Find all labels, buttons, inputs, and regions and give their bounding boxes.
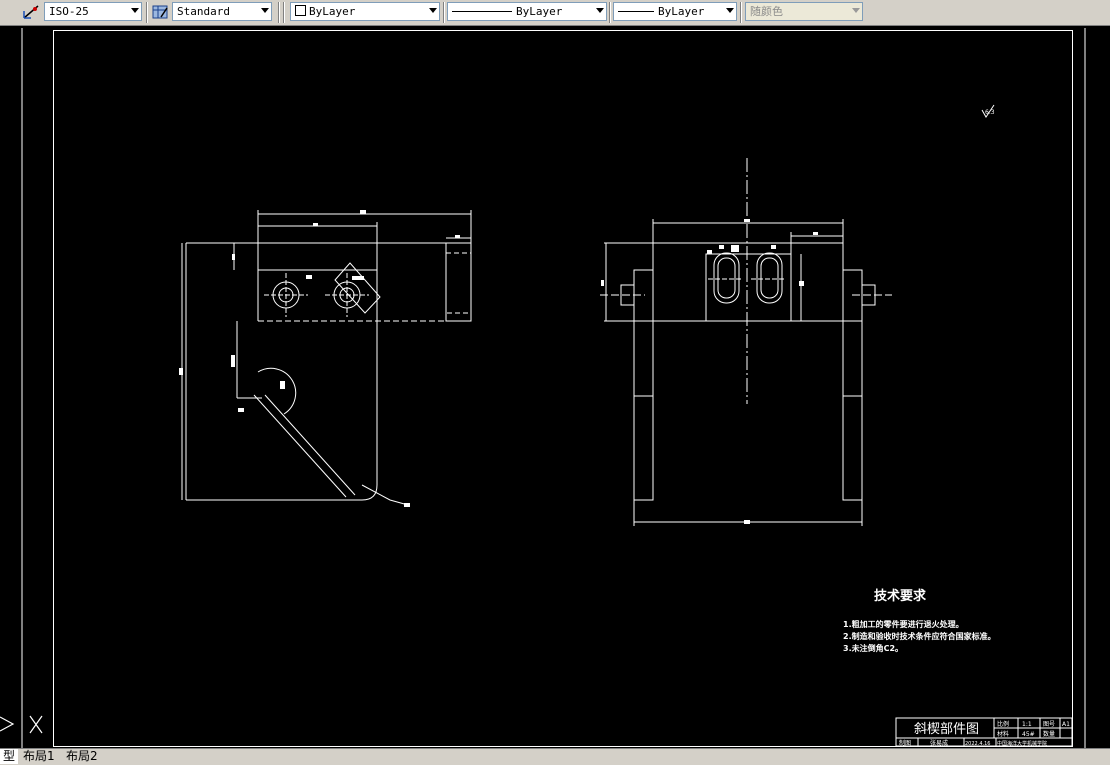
tb-date: 2022.4.16 bbox=[965, 741, 990, 747]
linetype-select[interactable]: ByLayer bbox=[447, 2, 607, 21]
toolbar-separator bbox=[609, 2, 611, 23]
dimension-text-marks bbox=[179, 210, 818, 524]
dimension-style-icon[interactable] bbox=[22, 3, 40, 21]
chevron-down-icon bbox=[596, 8, 604, 13]
svg-text:6.3: 6.3 bbox=[985, 109, 995, 116]
tech-req-line-3: 3.未注倒角C2。 bbox=[843, 643, 903, 653]
color-value: ByLayer bbox=[309, 5, 356, 18]
right-view bbox=[600, 158, 892, 526]
toolbar-separator bbox=[443, 2, 445, 23]
tab-layout1[interactable]: 布局1 bbox=[20, 749, 58, 764]
tb-no-label: 图号 bbox=[1043, 721, 1055, 728]
drawing-area[interactable]: 6.3 技术要求 1.粗加工的零件要进行退火处理。 2.制造和验收时技术条件应符… bbox=[0, 26, 1110, 748]
toolbar-separator bbox=[278, 2, 280, 23]
tech-req-line-1: 1.粗加工的零件要进行退火处理。 bbox=[843, 619, 964, 629]
tab-layout2[interactable]: 布局2 bbox=[63, 749, 101, 764]
dimension-style-value: ISO-25 bbox=[49, 5, 89, 18]
tb-scale-label: 比例 bbox=[997, 720, 1009, 728]
chevron-down-icon bbox=[261, 8, 269, 13]
tb-drawer-name: 张易成 bbox=[930, 739, 948, 747]
lineweight-select[interactable]: ByLayer bbox=[613, 2, 737, 21]
color-swatch-icon bbox=[295, 5, 306, 16]
tab-model[interactable]: 型 bbox=[0, 749, 19, 764]
toolbar-separator bbox=[283, 2, 285, 23]
toolbar-separator bbox=[146, 2, 148, 23]
chevron-down-icon bbox=[131, 8, 139, 13]
table-style-icon[interactable] bbox=[151, 3, 169, 21]
color-select[interactable]: ByLayer bbox=[290, 2, 440, 21]
tech-req-title: 技术要求 bbox=[874, 588, 927, 604]
tb-scale-value: 1:1 bbox=[1022, 721, 1032, 728]
ucs-icon bbox=[0, 715, 43, 734]
chevron-down-icon bbox=[726, 8, 734, 13]
tb-school: 中国海洋大学机械学院 bbox=[997, 740, 1047, 747]
tb-draw-label: 制图 bbox=[899, 739, 911, 747]
linetype-sample-icon bbox=[452, 11, 512, 12]
title-block: 斜楔部件图 比例 1:1 图号 A1 材料 45# 数量 制图 张易成 2022… bbox=[895, 717, 1073, 747]
table-style-select[interactable]: Standard bbox=[172, 2, 272, 21]
layout-tabs: 型 布局1 布局2 bbox=[0, 748, 1110, 765]
tb-material-label: 材料 bbox=[997, 730, 1009, 738]
plotstyle-value: 随颜色 bbox=[750, 5, 783, 18]
roughness-symbol: 6.3 bbox=[981, 104, 995, 118]
technical-requirements: 技术要求 1.粗加工的零件要进行退火处理。 2.制造和验收时技术条件应符合国家标… bbox=[843, 588, 996, 653]
chevron-down-icon bbox=[429, 8, 437, 13]
lineweight-value: ByLayer bbox=[658, 5, 705, 18]
left-view bbox=[181, 210, 472, 506]
dimension-style-select[interactable]: ISO-25 bbox=[44, 2, 142, 21]
tb-qty-label: 数量 bbox=[1043, 730, 1055, 738]
linetype-value: ByLayer bbox=[516, 5, 563, 18]
properties-toolbar: ISO-25 Standard ByLayer ByLayer ByLayer … bbox=[0, 0, 1110, 26]
chevron-down-icon bbox=[852, 8, 860, 13]
drawing-svg: 6.3 技术要求 1.粗加工的零件要进行退火处理。 2.制造和验收时技术条件应符… bbox=[0, 28, 1086, 748]
tech-req-line-2: 2.制造和验收时技术条件应符合国家标准。 bbox=[843, 631, 996, 641]
tb-material-value: 45# bbox=[1022, 731, 1035, 738]
tb-size-value: A1 bbox=[1062, 721, 1070, 728]
table-style-value: Standard bbox=[177, 5, 230, 18]
toolbar-separator bbox=[740, 2, 742, 23]
lineweight-sample-icon bbox=[618, 11, 654, 12]
plotstyle-select[interactable]: 随颜色 bbox=[745, 2, 863, 21]
title-drawing-name: 斜楔部件图 bbox=[914, 722, 979, 737]
